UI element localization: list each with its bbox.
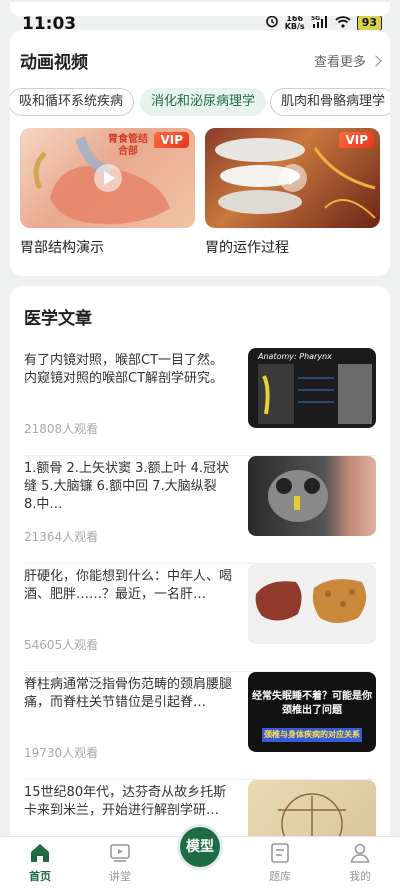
- article-section-title: 医学文章: [24, 309, 92, 329]
- article-summary: 15世纪80年代，达芬奇从故乡托斯卡来到米兰，开始进行解剖学研…: [24, 785, 227, 818]
- video-tile[interactable]: VIP 胃的运作过程: [205, 128, 380, 257]
- thumbnail-label: 胃食管结合部: [108, 134, 148, 157]
- article-item[interactable]: 1.额骨 2.上矢状窦 3.额上叶 4.冠状缝 5.大脑镰 6.额中回 7.大脑…: [24, 456, 376, 564]
- play-icon: [94, 164, 122, 192]
- article-thumbnail-subcaption: 颈椎与身体疾病的对应关系: [262, 728, 362, 742]
- alarm-icon: [265, 14, 279, 31]
- article-views: 21364人观看: [24, 530, 99, 544]
- article-thumbnail: Anatomy: Pharynx: [248, 348, 376, 428]
- article-summary: 脊柱病通常泛指骨伤范畴的颈肩腰腿痛，而脊柱关节错位是引起脊…: [24, 677, 233, 710]
- view-more-label: 查看更多: [313, 55, 366, 70]
- tab-label: 讲堂: [109, 870, 131, 883]
- video-section-header: 动画视频 查看更多: [20, 48, 382, 73]
- signal-icon: 5G: [311, 14, 329, 31]
- previous-card-edge: [10, 2, 390, 16]
- tab-label: 题库: [269, 870, 291, 883]
- category-tag-active[interactable]: 消化和泌尿病理学: [140, 88, 267, 116]
- article-summary: 有了内镜对照，喉部CT一目了然。内窥镜对照的喉部CT解剖学研究。: [24, 353, 224, 386]
- article-thumbnail: [248, 564, 376, 644]
- video-section-title: 动画视频: [20, 53, 88, 73]
- status-icons: 166 KB/s 5G 93: [265, 14, 382, 31]
- play-icon: [279, 164, 307, 192]
- article-item[interactable]: 肝硬化，你能想到什么：中年人、喝酒、肥胖……？最近，一名肝… 54605人观看: [24, 564, 376, 672]
- article-views: 19730人观看: [24, 746, 99, 760]
- article-item[interactable]: 有了内镜对照，喉部CT一目了然。内窥镜对照的喉部CT解剖学研究。 21808人观…: [24, 348, 376, 456]
- article-thumbnail: [248, 456, 376, 536]
- tab-home[interactable]: 首页: [10, 841, 70, 884]
- video-thumbnail[interactable]: 胃食管结合部 VIP: [20, 128, 195, 228]
- vip-badge: VIP: [154, 132, 189, 148]
- tab-lecture[interactable]: 讲堂: [90, 841, 150, 884]
- question-bank-icon: [271, 843, 289, 863]
- article-summary: 1.额骨 2.上矢状窦 3.额上叶 4.冠状缝 5.大脑镰 6.额中回 7.大脑…: [24, 461, 230, 512]
- article-summary: 肝硬化，你能想到什么：中年人、喝酒、肥胖……？最近，一名肝…: [24, 569, 233, 602]
- article-views: 21808人观看: [24, 422, 99, 436]
- category-tag[interactable]: 肌肉和骨骼病理学: [270, 88, 390, 116]
- wifi-icon: [335, 15, 351, 31]
- category-tag-row: 吸和循环系统疾病 消化和泌尿病理学 肌肉和骨骼病理学: [10, 88, 390, 118]
- medical-article-section: 医学文章 有了内镜对照，喉部CT一目了然。内窥镜对照的喉部CT解剖学研究。 21…: [10, 286, 390, 846]
- vip-badge: VIP: [339, 132, 374, 148]
- tab-profile[interactable]: 我的: [330, 841, 390, 884]
- article-thumbnail: 经常失眠睡不着？可能是你颈椎出了问题 颈椎与身体疾病的对应关系: [248, 672, 376, 752]
- tab-question-bank[interactable]: 题库: [250, 841, 310, 884]
- home-icon: [31, 844, 49, 862]
- video-title: 胃部结构演示: [20, 240, 104, 256]
- article-views: 54605人观看: [24, 638, 99, 652]
- video-thumbnail[interactable]: VIP: [205, 128, 380, 228]
- tab-label: 我的: [349, 870, 371, 883]
- battery-indicator: 93: [356, 14, 382, 31]
- article-thumbnail-caption: Anatomy: Pharynx: [257, 352, 332, 361]
- svg-text:5G: 5G: [311, 15, 320, 22]
- video-tile[interactable]: 胃食管结合部 VIP 胃部结构演示: [20, 128, 195, 257]
- bottom-tab-bar: 首页 讲堂 模型 题库 我的: [0, 827, 400, 889]
- video-title: 胃的运作过程: [205, 240, 289, 256]
- model-center-button[interactable]: 模型: [180, 827, 220, 867]
- chevron-right-icon: [370, 54, 382, 67]
- animation-video-section: 动画视频 查看更多 吸和循环系统疾病 消化和泌尿病理学 肌肉和骨骼病理学 胃食管…: [10, 30, 390, 276]
- net-speed: 166 KB/s: [285, 14, 305, 31]
- view-more-link[interactable]: 查看更多: [313, 51, 382, 70]
- article-item[interactable]: 脊柱病通常泛指骨伤范畴的颈肩腰腿痛，而脊柱关节错位是引起脊… 19730人观看 …: [24, 672, 376, 780]
- profile-icon: [350, 843, 370, 863]
- video-icon: [110, 844, 130, 862]
- category-tag[interactable]: 吸和循环系统疾病: [10, 88, 135, 116]
- article-thumbnail-caption: 经常失眠睡不着？可能是你颈椎出了问题: [252, 691, 372, 716]
- tab-label: 首页: [29, 870, 51, 883]
